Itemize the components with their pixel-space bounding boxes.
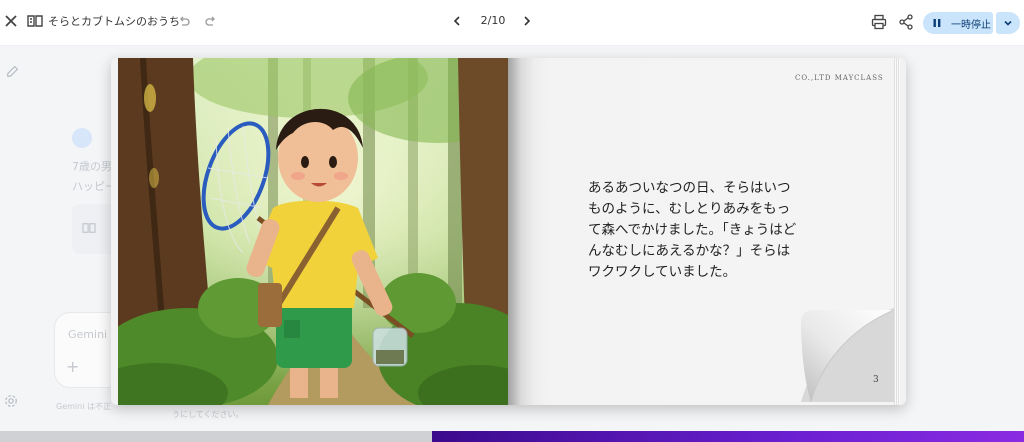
pause-button[interactable]: 一時停止 xyxy=(923,12,993,34)
illustration-page[interactable] xyxy=(118,58,508,405)
edit-icon[interactable] xyxy=(6,64,20,78)
undo-icon[interactable] xyxy=(178,15,190,27)
playback-options-button[interactable] xyxy=(996,12,1020,34)
book-icon xyxy=(82,223,96,233)
disclaimer-text: うにしてください。 xyxy=(172,410,244,419)
book-gutter-shadow xyxy=(508,58,534,405)
page-curl-corner[interactable] xyxy=(801,308,894,402)
add-icon[interactable]: + xyxy=(66,359,79,375)
story-line: て森へでかけました。「きょうはど xyxy=(588,222,797,238)
story-line: あるあついなつの日、そらはいつ xyxy=(588,180,791,196)
close-icon[interactable] xyxy=(2,12,20,30)
chevron-right-icon[interactable] xyxy=(520,14,534,28)
chevron-left-icon[interactable] xyxy=(450,14,464,28)
page-number: 3 xyxy=(873,375,879,385)
share-icon[interactable] xyxy=(898,14,914,30)
text-page[interactable]: CO.,LTD MAYCLASS あるあついなつの日、そらはいつ ものように、む… xyxy=(508,58,900,405)
pause-label: 一時停止 xyxy=(951,19,991,31)
pause-icon xyxy=(933,19,941,27)
disclaimer-text: Gemini は不正 xyxy=(56,402,111,411)
print-icon[interactable] xyxy=(871,14,887,30)
redo-icon[interactable] xyxy=(205,15,217,27)
story-line: ワクワクしていました。 xyxy=(588,264,737,280)
gemini-avatar xyxy=(72,128,92,148)
chat-message-line: ハッピー xyxy=(72,180,116,193)
book-title: そらとカブトムシのおうち xyxy=(48,15,180,28)
chat-message-line: 7歳の男 xyxy=(72,160,112,173)
open-book: CO.,LTD MAYCLASS あるあついなつの日、そらはいつ ものように、む… xyxy=(111,58,906,405)
storybook-viewer: 7歳の男 ハッピー Gemini に + Gemini は不正 うにしてください… xyxy=(0,0,1024,442)
forest-boy-illustration xyxy=(118,58,508,405)
story-line: んなむしにあえるかな？」そらは xyxy=(588,243,791,259)
book-icon xyxy=(27,15,43,27)
story-line: ものように、むしとりあみをもっ xyxy=(588,201,791,217)
story-text: あるあついなつの日、そらはいつ ものように、むしとりあみをもっ て森へでかけまし… xyxy=(588,178,828,283)
chevron-down-icon xyxy=(1004,20,1012,26)
page-indicator: 2/10 xyxy=(480,14,506,27)
bottom-accent-strip xyxy=(432,431,1024,442)
publisher-label: CO.,LTD MAYCLASS xyxy=(795,74,884,82)
page-stack-edge xyxy=(894,58,900,405)
viewer-toolbar: そらとカブトムシのおうち 2/10 一時停止 xyxy=(0,0,1024,46)
settings-icon[interactable] xyxy=(4,394,18,408)
